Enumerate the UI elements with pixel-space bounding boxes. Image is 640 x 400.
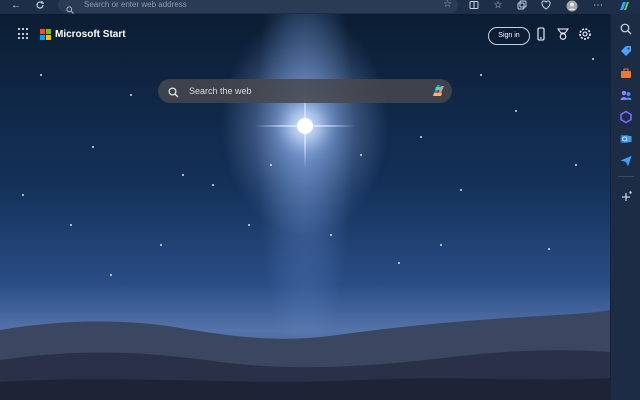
mountain-silhouette bbox=[0, 310, 610, 400]
profile-icon[interactable] bbox=[564, 0, 580, 14]
apps-grid-icon[interactable] bbox=[18, 28, 30, 40]
address-bar[interactable]: Search or enter web address ☆ bbox=[58, 0, 458, 14]
more-icon[interactable]: ⋯ bbox=[590, 0, 606, 14]
settings-icon[interactable] bbox=[578, 27, 592, 41]
add-icon[interactable] bbox=[619, 190, 633, 204]
favorites-icon[interactable]: ☆ bbox=[490, 0, 506, 14]
rewards-icon[interactable] bbox=[556, 27, 570, 41]
bright-star bbox=[297, 118, 313, 134]
microsoft-logo-icon bbox=[40, 28, 51, 40]
copilot-design-icon[interactable] bbox=[619, 110, 633, 124]
sidebar-divider bbox=[618, 176, 634, 177]
address-placeholder: Search or enter web address bbox=[84, 0, 187, 9]
copilot-icon[interactable] bbox=[616, 0, 632, 14]
collections-icon[interactable] bbox=[514, 0, 530, 14]
copilot-icon[interactable] bbox=[430, 83, 446, 104]
briefcase-icon[interactable] bbox=[619, 66, 633, 80]
brand-area: Microsoft Start bbox=[18, 28, 126, 40]
search-placeholder: Search the web bbox=[189, 86, 252, 96]
shopping-tag-icon[interactable] bbox=[619, 44, 633, 58]
web-search-box[interactable]: Search the web bbox=[158, 79, 452, 103]
outlook-icon[interactable] bbox=[619, 132, 633, 146]
new-tab-page: Microsoft Start Sign in Search the web bbox=[0, 14, 610, 400]
performance-icon[interactable] bbox=[538, 0, 554, 14]
brand-title[interactable]: Microsoft Start bbox=[55, 29, 126, 40]
refresh-icon[interactable] bbox=[32, 0, 48, 14]
signin-button[interactable]: Sign in bbox=[488, 27, 530, 45]
search-icon bbox=[168, 85, 179, 103]
edge-sidebar bbox=[610, 14, 640, 400]
favorite-star-icon[interactable]: ☆ bbox=[443, 0, 452, 10]
split-screen-icon[interactable] bbox=[466, 0, 482, 14]
send-icon[interactable] bbox=[619, 154, 633, 168]
profile-people-icon[interactable] bbox=[619, 88, 633, 102]
search-icon[interactable] bbox=[619, 22, 633, 36]
back-icon[interactable]: ← bbox=[8, 0, 24, 14]
phone-icon[interactable] bbox=[534, 27, 548, 41]
browser-toolbar: ← Search or enter web address ☆ ☆ ⋯ bbox=[0, 0, 640, 14]
